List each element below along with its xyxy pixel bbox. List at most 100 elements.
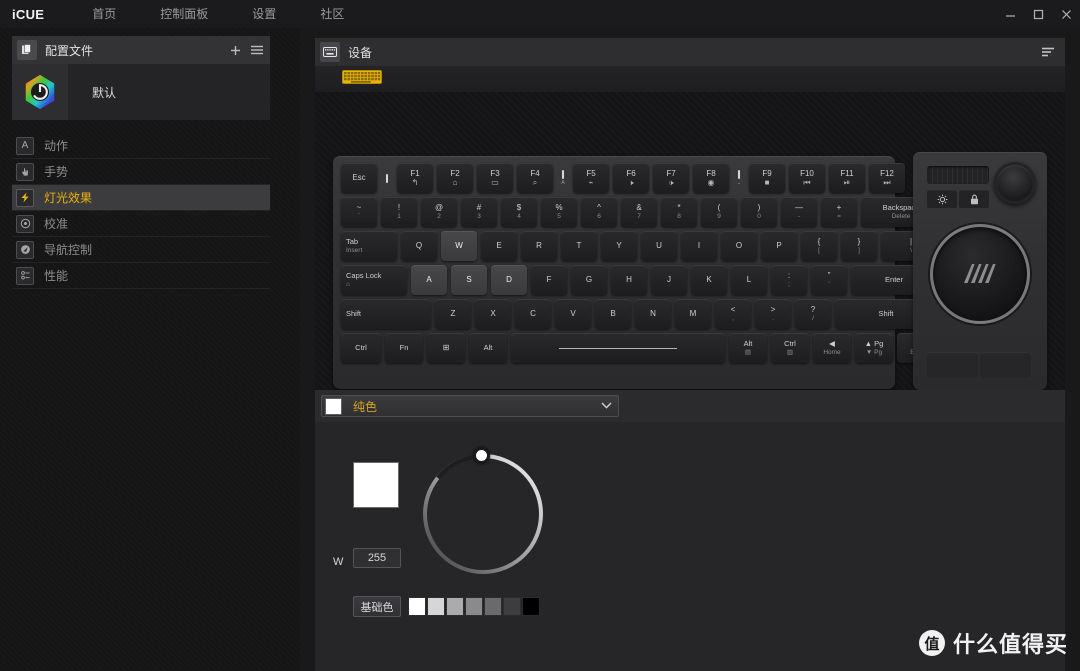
keyboard-key[interactable]: F4 ⌕ [517, 163, 553, 193]
palette-swatch[interactable] [503, 597, 521, 616]
keyboard-key[interactable]: B [595, 299, 631, 329]
brightness-icon[interactable] [927, 190, 957, 208]
sidebar-item-lighting[interactable]: 灯光效果 [12, 185, 270, 211]
plus-icon[interactable] [229, 44, 242, 57]
sidebar-item-gestures[interactable]: 手势 [12, 159, 270, 185]
keyboard-key[interactable]: L [731, 265, 767, 295]
keyboard-key[interactable]: Ctrl [341, 333, 381, 363]
close-icon[interactable] [1052, 0, 1080, 28]
basic-colors-button[interactable]: 基础色 [353, 596, 401, 617]
pad-right[interactable] [980, 352, 1031, 378]
keyboard-key[interactable]: * 8 [661, 197, 697, 227]
color-wheel-handle[interactable] [473, 447, 490, 464]
keyboard-device[interactable]: Esc F1 ↰ F2 ⌂ F3 ▭ F4 ⌕ A F5 ⌁ F6 🕨 F7 🕩 F8 ◉ ⌄ F9 ■ F10 ⏮ F11 ⏯… [333, 156, 941, 389]
keyboard-key[interactable]: R [521, 231, 557, 261]
keyboard-key[interactable]: Fn [385, 333, 423, 363]
sidebar-item-navigation[interactable]: 导航控制 [12, 237, 270, 263]
keyboard-key[interactable]: #3 [461, 197, 497, 227]
keyboard-key[interactable]: T [561, 231, 597, 261]
slider-strip[interactable] [927, 166, 989, 184]
sidebar-item-actions[interactable]: A 动作 [12, 133, 270, 159]
keyboard-key[interactable]: G [571, 265, 607, 295]
hamburger-icon[interactable] [250, 44, 264, 56]
keyboard-key[interactable]: (9 [701, 197, 737, 227]
keyboard-key[interactable]: E [481, 231, 517, 261]
sidebar-item-performance[interactable]: 性能 [12, 263, 270, 289]
keyboard-key[interactable]: Q [401, 231, 437, 261]
keyboard-key[interactable]: V [555, 299, 591, 329]
effect-select[interactable]: 纯色 [321, 395, 619, 417]
color-wheel[interactable] [419, 447, 547, 578]
keyboard-key[interactable]: Alt ▤ [729, 333, 767, 363]
keyboard-key[interactable]: O [721, 231, 757, 261]
sidebar-item-calibration[interactable]: 校准 [12, 211, 270, 237]
keyboard-key[interactable]: @2 [421, 197, 457, 227]
keyboard-key[interactable]: + = [821, 197, 857, 227]
effect-color-swatch[interactable] [325, 397, 342, 415]
keyboard-key[interactable]: ~ ` [341, 197, 377, 227]
keyboard-key[interactable]: K [691, 265, 727, 295]
keyboard-key[interactable]: I [681, 231, 717, 261]
pad-left[interactable] [927, 352, 978, 378]
nav-dashboard[interactable]: 控制面板 [138, 0, 230, 28]
nav-settings[interactable]: 设置 [230, 0, 298, 28]
keyboard-key[interactable]: F10 ⏮ [789, 163, 825, 193]
keyboard-key[interactable]: ! 1 [381, 197, 417, 227]
keyboard-key[interactable]: F7 🕩 [653, 163, 689, 193]
keyboard-key[interactable]: N [635, 299, 671, 329]
channel-value-input[interactable]: 255 [353, 548, 401, 568]
keyboard-key[interactable]: ▲ Pg ▼ Pg [855, 333, 893, 363]
keyboard-key[interactable]: }] [841, 231, 877, 261]
minimize-icon[interactable] [996, 0, 1024, 28]
keyboard-key[interactable]: F6 🕨 [613, 163, 649, 193]
palette-swatch[interactable] [408, 597, 426, 616]
keyboard-key[interactable]: ⊞ [427, 333, 465, 363]
nav-home[interactable]: 首页 [70, 0, 138, 28]
keyboard-key[interactable]: F3 ▭ [477, 163, 513, 193]
keyboard-key[interactable]: Caps Lock ⌂ [341, 265, 407, 295]
keyboard-key[interactable]: Ctrl ▥ [771, 333, 809, 363]
keyboard-key[interactable]: ? / [795, 299, 831, 329]
keyboard-key[interactable]: ◀ Home [813, 333, 851, 363]
palette-swatch[interactable] [522, 597, 540, 616]
keyboard-key[interactable]: ) 0 [741, 197, 777, 227]
keyboard-key[interactable]: W [441, 231, 477, 261]
lock-icon[interactable] [959, 190, 989, 208]
keyboard-key[interactable]: ^ 6 [581, 197, 617, 227]
keyboard-key[interactable]: U [641, 231, 677, 261]
keyboard-key[interactable]: :; [771, 265, 807, 295]
keyboard-key[interactable]: Z [435, 299, 471, 329]
chevron-down-icon[interactable] [601, 401, 612, 411]
rotary-dial[interactable] [994, 162, 1036, 204]
keyboard-key[interactable]: Shift [341, 299, 431, 329]
keyboard-key[interactable]: F1 ↰ [397, 163, 433, 193]
keyboard-key[interactable]: X [475, 299, 511, 329]
keyboard-thumbnail-icon[interactable] [342, 69, 382, 89]
keyboard-key[interactable]: F9 ■ [749, 163, 785, 193]
keyboard-key[interactable]: F5 ⌁ [573, 163, 609, 193]
nav-community[interactable]: 社区 [298, 0, 366, 28]
palette-swatch[interactable] [446, 597, 464, 616]
keyboard-key[interactable]: Y [601, 231, 637, 261]
palette-swatch[interactable] [427, 597, 445, 616]
keyboard-key[interactable]: F8 ◉ [693, 163, 729, 193]
keyboard-key[interactable]: >. [755, 299, 791, 329]
keyboard-key[interactable]: F2 ⌂ [437, 163, 473, 193]
selected-color-preview[interactable] [353, 462, 399, 508]
keyboard-key[interactable]: J [651, 265, 687, 295]
keyboard-key[interactable]: P [761, 231, 797, 261]
keyboard-key[interactable]: D [491, 265, 527, 295]
keyboard-key[interactable]: <, [715, 299, 751, 329]
keyboard-key[interactable]: Alt [469, 333, 507, 363]
keyboard-key[interactable]: S [451, 265, 487, 295]
keyboard-key[interactable]: $4 [501, 197, 537, 227]
keyboard-key[interactable]: — - [781, 197, 817, 227]
keyboard-key[interactable]: F11 ⏯ [829, 163, 865, 193]
control-module[interactable] [913, 152, 1047, 390]
keyboard-key[interactable]: F12 ⏭ [869, 163, 905, 193]
keyboard-key[interactable]: C [515, 299, 551, 329]
keyboard-key[interactable]: F [531, 265, 567, 295]
keyboard-key[interactable] [511, 333, 725, 363]
profile-card[interactable]: 默认 [12, 64, 270, 120]
app-logo[interactable]: iCUE [12, 7, 44, 22]
